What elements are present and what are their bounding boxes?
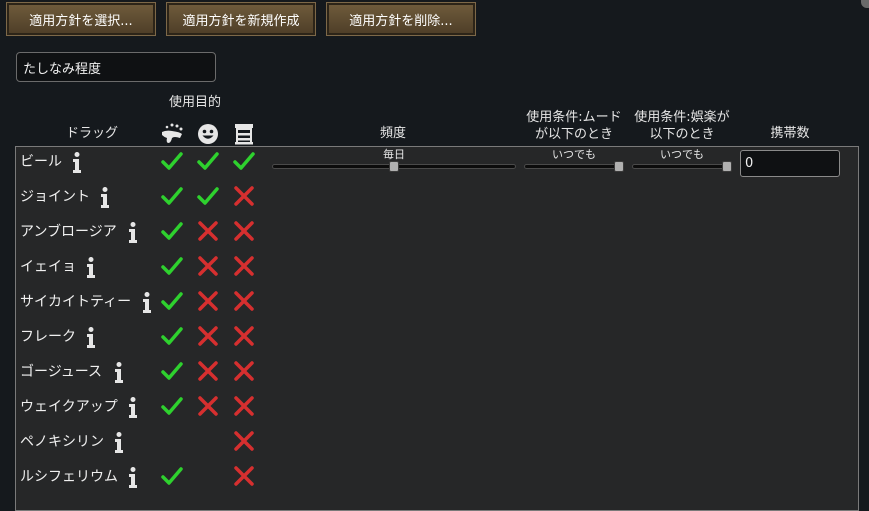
- joy-slider-handle[interactable]: [722, 161, 732, 172]
- check-icon[interactable]: [160, 254, 184, 278]
- cross-icon[interactable]: [232, 429, 256, 453]
- frequency-value: 毎日: [383, 148, 405, 161]
- drug-row-ambrosia: アンブロージア: [18, 217, 268, 252]
- info-icon[interactable]: [140, 291, 154, 315]
- check-icon[interactable]: [160, 324, 184, 348]
- carry-count-input[interactable]: [740, 150, 840, 177]
- check-icon[interactable]: [232, 149, 256, 173]
- purpose-header: 使用目的: [168, 95, 221, 110]
- drug-row-beer: ビール: [18, 147, 268, 182]
- joy-icon: [198, 124, 218, 144]
- info-icon[interactable]: [112, 361, 126, 385]
- cross-icon[interactable]: [196, 254, 220, 278]
- select-policy-button[interactable]: 適用方針を選択...: [6, 2, 156, 36]
- drug-name: ルシフェリウム: [20, 469, 118, 485]
- mood-slider-handle[interactable]: [614, 161, 624, 172]
- cross-icon[interactable]: [232, 394, 256, 418]
- cross-icon[interactable]: [196, 219, 220, 243]
- drug-name: フレーク: [20, 329, 76, 345]
- drug-name: ゴージュース: [20, 364, 103, 380]
- cross-icon[interactable]: [232, 324, 256, 348]
- drug-row-luciferium: ルシフェリウム: [18, 462, 268, 497]
- info-icon[interactable]: [70, 151, 84, 175]
- drug-row-wake-up: ウェイクアップ: [18, 392, 268, 427]
- info-icon[interactable]: [84, 256, 98, 280]
- drug-row-yayo: イェイョ: [18, 252, 268, 287]
- check-icon[interactable]: [160, 289, 184, 313]
- policy-name-input[interactable]: [16, 52, 216, 82]
- drug-row-flake: フレーク: [18, 322, 268, 357]
- check-icon[interactable]: [160, 394, 184, 418]
- delete-policy-button[interactable]: 適用方針を削除...: [326, 2, 476, 36]
- mood-slider[interactable]: [524, 164, 624, 169]
- cross-icon[interactable]: [196, 324, 220, 348]
- joy-slider[interactable]: [632, 164, 732, 169]
- drug-name: ウェイクアップ: [20, 399, 118, 415]
- check-icon[interactable]: [196, 184, 220, 208]
- check-icon[interactable]: [160, 149, 184, 173]
- corner-indicator: [861, 0, 869, 8]
- joy-header: 使用条件:娯楽が 以下のとき: [634, 110, 730, 142]
- mood-header: 使用条件:ムード が以下のとき: [526, 110, 622, 142]
- cross-icon[interactable]: [232, 464, 256, 488]
- info-icon[interactable]: [126, 221, 140, 245]
- cross-icon[interactable]: [232, 254, 256, 278]
- drug-name: サイカイトティー: [20, 294, 132, 310]
- carry-header: 携帯数: [770, 126, 810, 141]
- cross-icon[interactable]: [232, 289, 256, 313]
- drug-name: ペノキシリン: [20, 434, 104, 450]
- info-icon[interactable]: [98, 186, 112, 210]
- drug-row-go-juice: ゴージュース: [18, 357, 268, 392]
- check-icon[interactable]: [160, 464, 184, 488]
- cross-icon[interactable]: [232, 184, 256, 208]
- frequency-slider-handle[interactable]: [389, 161, 399, 172]
- drug-name: アンブロージア: [20, 224, 117, 240]
- high-icon: [162, 123, 183, 143]
- info-icon[interactable]: [84, 326, 98, 350]
- new-policy-button[interactable]: 適用方針を新規作成: [166, 2, 316, 36]
- info-icon[interactable]: [112, 431, 126, 455]
- joy-value: いつでも: [660, 148, 704, 161]
- info-icon[interactable]: [126, 396, 140, 420]
- check-icon[interactable]: [196, 149, 220, 173]
- frequency-header: 頻度: [379, 126, 406, 141]
- drug-row-penoxycyline: ペノキシリン: [18, 427, 268, 462]
- drug-header: ドラッグ: [65, 126, 118, 141]
- info-icon[interactable]: [126, 466, 140, 490]
- drug-name: ビール: [20, 154, 62, 170]
- cross-icon[interactable]: [196, 394, 220, 418]
- cross-icon[interactable]: [232, 219, 256, 243]
- cross-icon[interactable]: [196, 359, 220, 383]
- mood-value: いつでも: [552, 148, 596, 161]
- drug-name: イェイョ: [20, 259, 76, 275]
- check-icon[interactable]: [160, 184, 184, 208]
- cross-icon[interactable]: [232, 359, 256, 383]
- cross-icon[interactable]: [196, 289, 220, 313]
- check-icon[interactable]: [160, 359, 184, 383]
- addiction-icon: [235, 124, 253, 145]
- drug-row-joint: ジョイント: [18, 182, 268, 217]
- drug-row-psychite-tea: サイカイトティー: [18, 287, 268, 322]
- drug-name: ジョイント: [20, 189, 90, 205]
- check-icon[interactable]: [160, 219, 184, 243]
